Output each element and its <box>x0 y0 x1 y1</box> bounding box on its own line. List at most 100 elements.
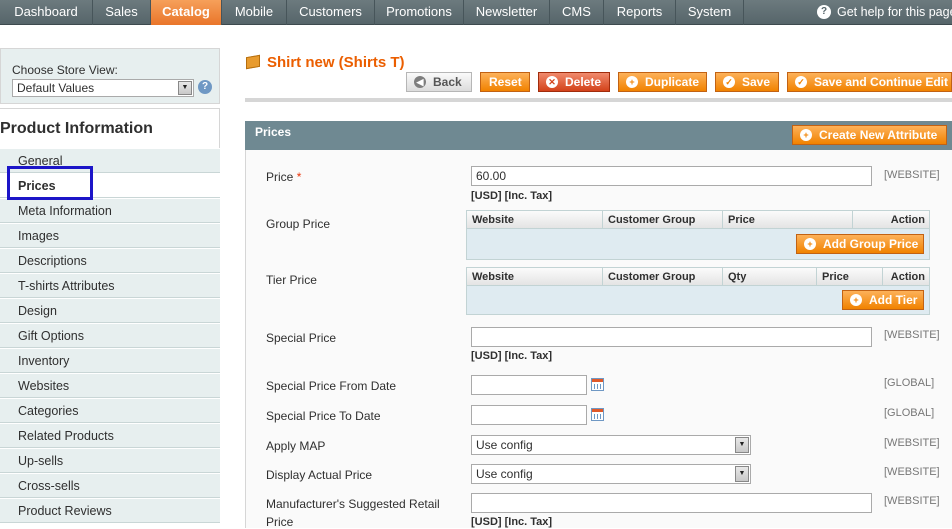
col-action: Action <box>890 271 925 283</box>
col-action: Action <box>890 214 925 226</box>
add-group-price-button[interactable]: + Add Group Price <box>796 234 924 254</box>
apply-map-value: Use config <box>476 438 533 452</box>
help-text: Get help for this page <box>837 5 952 19</box>
price-scope: [WEBSITE] <box>884 169 940 181</box>
nav-system[interactable]: System <box>676 0 744 25</box>
section-title: Prices <box>255 125 292 139</box>
special-price-input[interactable] <box>471 327 872 347</box>
help-icon: ? <box>817 5 831 19</box>
grid-header: Website Customer Group Qty Price Action <box>467 268 929 286</box>
col-customer-group: Customer Group <box>603 211 723 229</box>
help-link[interactable]: ? Get help for this page <box>817 0 952 25</box>
tab-categories[interactable]: Categories <box>0 398 220 423</box>
add-tier-button[interactable]: + Add Tier <box>842 290 924 310</box>
nav-newsletter[interactable]: Newsletter <box>464 0 550 25</box>
tab-meta-information[interactable]: Meta Information <box>0 198 220 223</box>
plus-icon: + <box>804 238 816 250</box>
display-actual-value: Use config <box>476 467 533 481</box>
delete-button[interactable]: ✕ Delete <box>538 72 610 92</box>
tier-price-label: Tier Price <box>266 273 317 287</box>
save-label: Save <box>742 75 771 89</box>
save-button[interactable]: ✓ Save <box>715 72 779 92</box>
nav-mobile[interactable]: Mobile <box>222 0 287 25</box>
tab-inventory[interactable]: Inventory <box>0 348 220 373</box>
special-to-scope: [GLOBAL] <box>884 407 935 419</box>
chevron-down-icon: ▼ <box>735 466 749 482</box>
required-marker: * <box>296 170 302 184</box>
msrp-scope: [WEBSITE] <box>884 495 940 507</box>
tab-gift-options[interactable]: Gift Options <box>0 323 220 348</box>
msrp-input[interactable] <box>471 493 872 513</box>
special-price-scope: [WEBSITE] <box>884 329 940 341</box>
calendar-icon[interactable] <box>591 408 604 421</box>
nav-customers[interactable]: Customers <box>287 0 375 25</box>
price-value: 60.00 <box>476 169 507 183</box>
price-input[interactable]: 60.00 <box>471 166 872 186</box>
tab-product-reviews[interactable]: Product Reviews <box>0 498 220 523</box>
duplicate-button[interactable]: + Duplicate <box>618 72 707 92</box>
nav-cms[interactable]: CMS <box>550 0 604 25</box>
special-price-label: Special Price <box>266 331 337 345</box>
product-icon <box>246 54 260 70</box>
col-customer-group: Customer Group <box>603 268 723 286</box>
special-from-label: Special Price From Date <box>266 379 397 393</box>
calendar-icon[interactable] <box>591 378 604 391</box>
check-icon: ✓ <box>795 76 807 88</box>
tab-design[interactable]: Design <box>0 298 220 323</box>
back-label: Back <box>433 75 462 89</box>
page-title: Shirt new (Shirts T) <box>267 54 405 71</box>
duplicate-label: Duplicate <box>645 75 700 89</box>
special-from-input[interactable] <box>471 375 587 395</box>
nav-dashboard[interactable]: Dashboard <box>0 0 93 25</box>
tab-up-sells[interactable]: Up-sells <box>0 448 220 473</box>
col-qty: Qty <box>723 268 817 286</box>
add-group-price-label: Add Group Price <box>823 237 919 251</box>
save-continue-label: Save and Continue Edit <box>814 75 949 89</box>
check-icon: ✓ <box>723 76 735 88</box>
special-from-scope: [GLOBAL] <box>884 377 935 389</box>
group-price-label: Group Price <box>266 217 331 231</box>
store-label: Choose Store View: <box>12 63 118 77</box>
nav-catalog[interactable]: Catalog <box>151 0 222 25</box>
col-price: Price <box>723 211 853 229</box>
chevron-down-icon: ▼ <box>735 437 749 453</box>
help-icon[interactable]: ? <box>198 80 212 94</box>
back-arrow-icon: ◀ <box>414 76 426 88</box>
back-button[interactable]: ◀ Back <box>406 72 472 92</box>
nav-promotions[interactable]: Promotions <box>375 0 464 25</box>
reset-button[interactable]: Reset <box>480 72 530 92</box>
nav-reports[interactable]: Reports <box>604 0 676 25</box>
display-actual-label: Display Actual Price <box>266 468 373 482</box>
store-select[interactable]: Default Values ▼ <box>12 79 194 97</box>
special-to-label: Special Price To Date <box>266 409 381 423</box>
nav-sales[interactable]: Sales <box>93 0 151 25</box>
price-note: [USD] [Inc. Tax] <box>471 190 553 202</box>
price-label-text: Price <box>266 170 294 184</box>
col-price: Price <box>817 268 883 286</box>
tab-tshirts-attributes[interactable]: T-shirts Attributes <box>0 273 220 298</box>
main-nav: Dashboard Sales Catalog Mobile Customers… <box>0 0 952 25</box>
store-switcher: Choose Store View: Default Values ▼ ? <box>0 48 220 104</box>
special-price-note: [USD] [Inc. Tax] <box>471 350 553 362</box>
sidebar-tabs: General Prices Meta Information Images D… <box>0 148 220 523</box>
msrp-note: [USD] [Inc. Tax] <box>471 516 553 528</box>
header-divider <box>245 98 952 102</box>
apply-map-select[interactable]: Use config ▼ <box>471 435 751 455</box>
tab-related-products[interactable]: Related Products <box>0 423 220 448</box>
apply-map-scope: [WEBSITE] <box>884 437 940 449</box>
tab-images[interactable]: Images <box>0 223 220 248</box>
tab-websites[interactable]: Websites <box>0 373 220 398</box>
create-attribute-button[interactable]: + Create New Attribute <box>792 125 947 145</box>
apply-map-label: Apply MAP <box>266 439 326 453</box>
display-actual-select[interactable]: Use config ▼ <box>471 464 751 484</box>
tab-descriptions[interactable]: Descriptions <box>0 248 220 273</box>
add-tier-label: Add Tier <box>869 293 918 307</box>
plus-icon: + <box>850 294 862 306</box>
tab-cross-sells[interactable]: Cross-sells <box>0 473 220 498</box>
col-website: Website <box>467 268 603 286</box>
special-to-input[interactable] <box>471 405 587 425</box>
save-continue-button[interactable]: ✓ Save and Continue Edit <box>787 72 952 92</box>
chevron-down-icon: ▼ <box>178 81 192 95</box>
reset-label: Reset <box>489 75 522 89</box>
sidebar-title: Product Information <box>0 108 220 148</box>
